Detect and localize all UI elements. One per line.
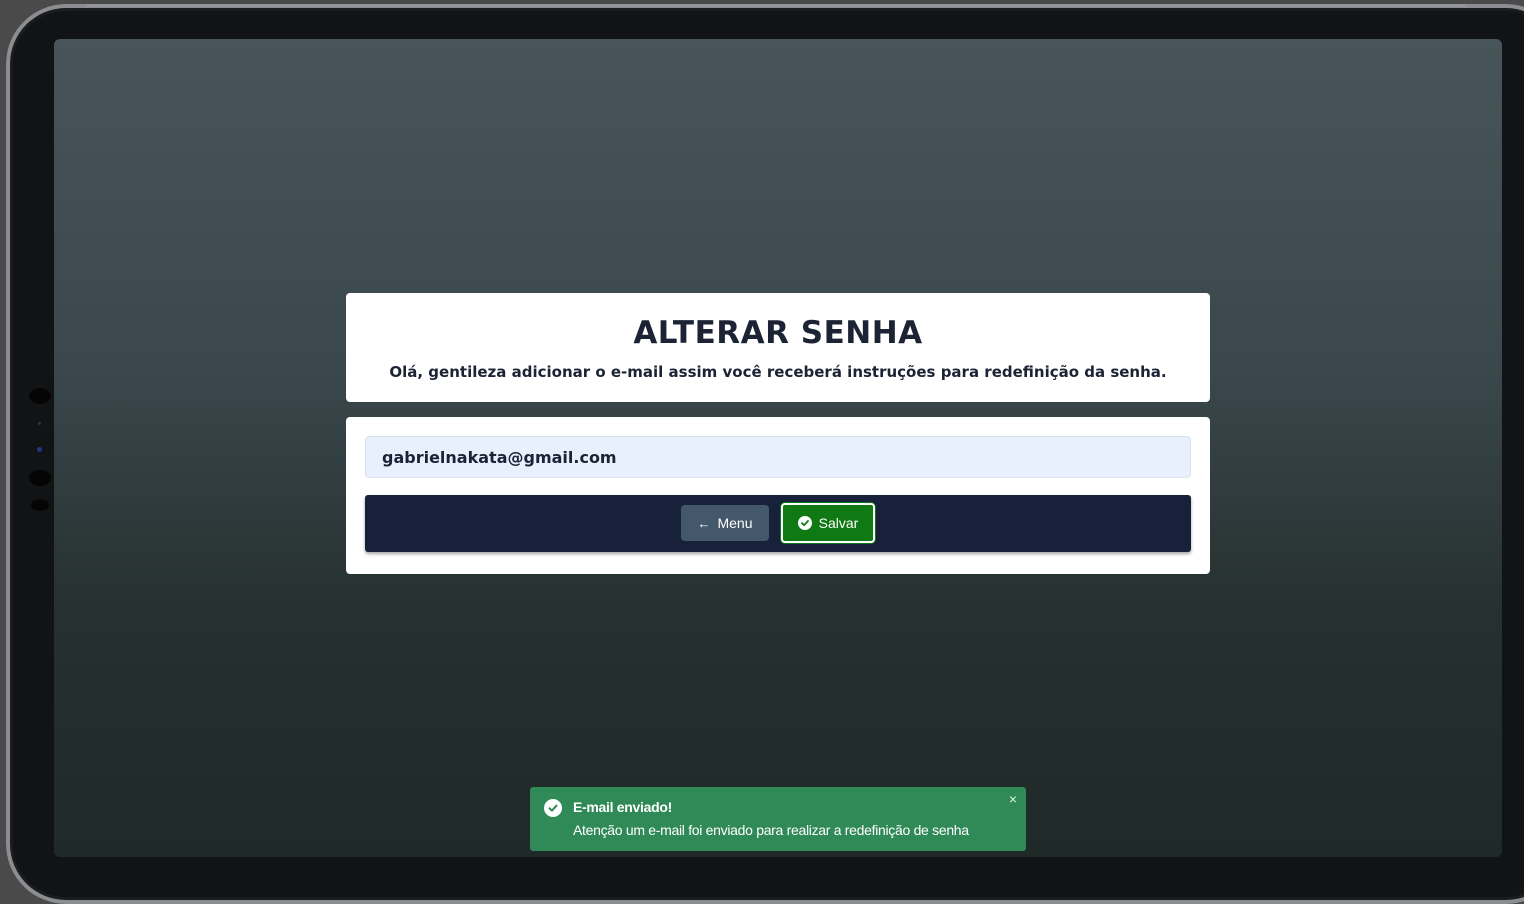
- header-card: ALTERAR SENHA Olá, gentileza adicionar o…: [346, 293, 1210, 402]
- page-title: ALTERAR SENHA: [633, 315, 923, 351]
- device-sensor: [29, 388, 51, 404]
- device-edge-highlight: [86, 4, 1466, 7]
- success-toast: E-mail enviado! Atenção um e-mail foi en…: [530, 787, 1026, 851]
- email-input[interactable]: [365, 436, 1191, 478]
- device-sensor: [31, 499, 49, 511]
- app-screen: ALTERAR SENHA Olá, gentileza adicionar o…: [54, 39, 1502, 857]
- arrow-left-icon: ←: [697, 515, 711, 531]
- check-circle-icon: [544, 799, 562, 817]
- page-subtitle: Olá, gentileza adicionar o e-mail assim …: [389, 363, 1167, 381]
- device-sensor: [29, 470, 51, 486]
- toast-message: Atenção um e-mail foi enviado para reali…: [573, 822, 969, 838]
- close-icon[interactable]: ×: [1009, 792, 1017, 806]
- form-card: ← Menu Salvar: [346, 417, 1210, 574]
- menu-button[interactable]: ← Menu: [681, 505, 769, 541]
- save-button[interactable]: Salvar: [781, 503, 875, 543]
- device-camera-lens: [37, 447, 42, 452]
- device-sensor-dot: [38, 422, 41, 425]
- check-circle-icon: [797, 516, 812, 530]
- menu-button-label: Menu: [717, 515, 753, 531]
- action-toolbar: ← Menu Salvar: [365, 495, 1191, 552]
- toast-title: E-mail enviado!: [573, 799, 672, 815]
- save-button-label: Salvar: [818, 515, 859, 531]
